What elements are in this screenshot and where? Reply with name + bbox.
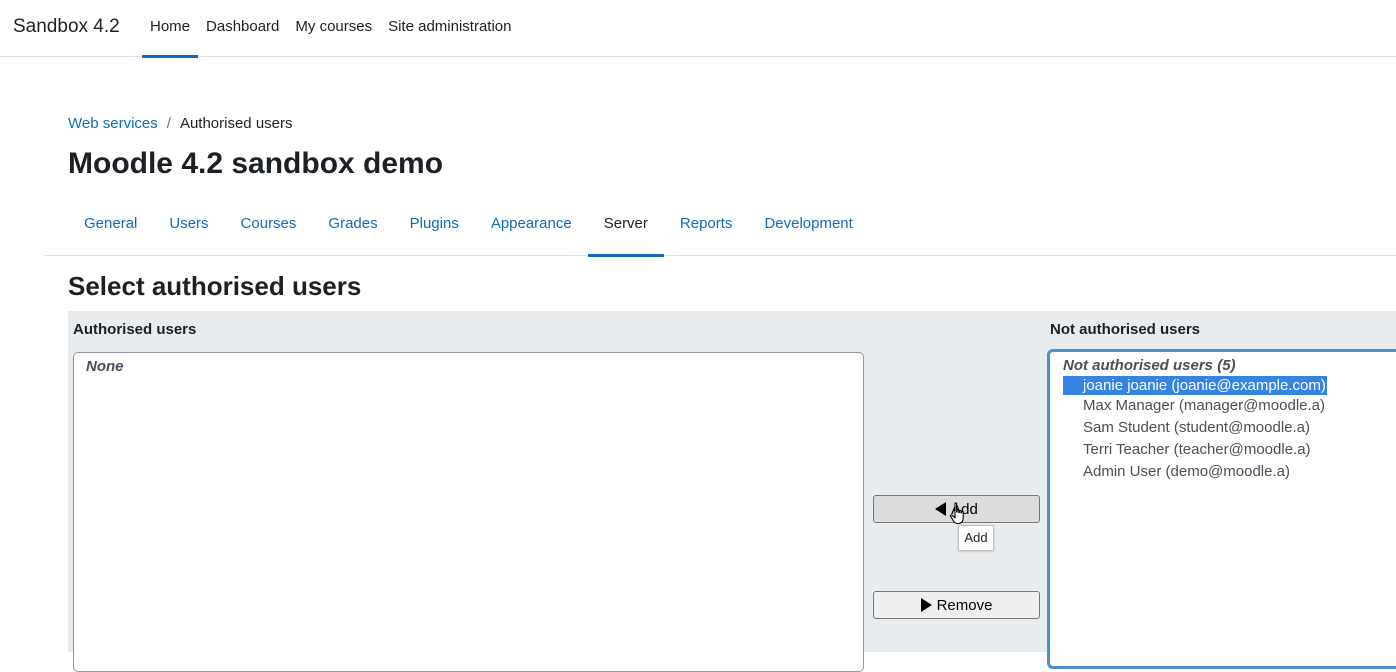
section-heading: Select authorised users (68, 271, 362, 301)
breadcrumb-web-services-link[interactable]: Web services (68, 115, 158, 132)
site-brand[interactable]: Sandbox 4.2 (13, 16, 120, 38)
not-authorised-group-label: Not authorised users (5) (1063, 357, 1236, 374)
top-navbar: Sandbox 4.2 Home Dashboard My courses Si… (0, 0, 1396, 58)
triangle-right-icon (920, 598, 932, 612)
remove-button-label: Remove (936, 596, 993, 614)
user-option-terri-teacher[interactable]: Terri Teacher (teacher@moodle.a) (1063, 439, 1396, 461)
page-title: Moodle 4.2 sandbox demo (68, 147, 444, 180)
authorised-users-listbox[interactable]: None (73, 352, 864, 672)
hand-pointer-icon (949, 502, 964, 525)
tab-reports[interactable]: Reports (664, 199, 749, 256)
not-authorised-users-listbox[interactable]: Not authorised users (5) joanie joanie (… (1047, 349, 1396, 669)
user-option-max-manager[interactable]: Max Manager (manager@moodle.a) (1063, 395, 1396, 417)
user-option-sam-student[interactable]: Sam Student (student@moodle.a) (1063, 417, 1396, 439)
user-selector-panel: Authorised users Not authorised users No… (68, 311, 1396, 672)
user-option-joanie[interactable]: joanie joanie (joanie@example.com) (1062, 375, 1328, 396)
breadcrumb: Web services / Authorised users (68, 115, 293, 132)
tab-development[interactable]: Development (748, 199, 868, 256)
tab-general[interactable]: General (68, 199, 153, 256)
tab-plugins[interactable]: Plugins (394, 199, 475, 256)
primary-navigation: Home Dashboard My courses Site administr… (142, 0, 520, 58)
tab-users[interactable]: Users (153, 199, 224, 256)
tab-grades[interactable]: Grades (312, 199, 393, 256)
nav-item-dashboard[interactable]: Dashboard (198, 0, 287, 57)
triangle-left-icon (935, 502, 947, 516)
breadcrumb-separator: / (166, 115, 171, 132)
remove-button[interactable]: Remove (873, 591, 1040, 619)
tab-server[interactable]: Server (587, 199, 665, 257)
nav-item-home[interactable]: Home (142, 0, 199, 58)
authorised-group-label: None (86, 358, 124, 375)
secondary-navigation: General Users Courses Grades Plugins App… (45, 199, 1396, 257)
add-tooltip: Add (958, 525, 994, 551)
authorised-users-label: Authorised users (73, 321, 197, 338)
breadcrumb-current: Authorised users (179, 115, 293, 132)
not-authorised-users-label: Not authorised users (1050, 321, 1201, 338)
tab-appearance[interactable]: Appearance (475, 199, 588, 256)
nav-item-my-courses[interactable]: My courses (287, 0, 380, 57)
tab-courses[interactable]: Courses (225, 199, 313, 256)
nav-item-site-administration[interactable]: Site administration (380, 0, 519, 57)
user-option-admin-user[interactable]: Admin User (demo@moodle.a) (1063, 461, 1396, 483)
